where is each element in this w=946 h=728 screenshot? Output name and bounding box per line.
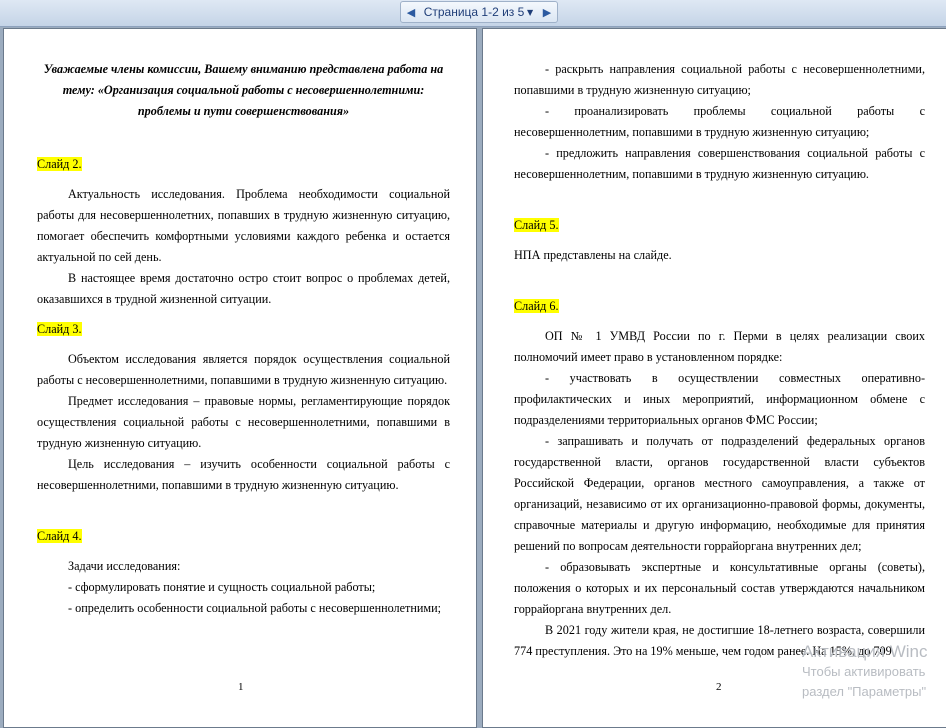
toolbar: ◀ Страница 1-2 из 5 ▼ ▶ xyxy=(0,0,946,27)
paragraph: ОП № 1 УМВД России по г. Перми в целях р… xyxy=(514,329,925,364)
list-item: - предложить направления совершенствован… xyxy=(514,146,925,181)
paragraph: Задачи исследования: xyxy=(68,559,181,573)
document-title-line-2: тему: «Организация социальной работы с н… xyxy=(62,83,425,97)
slide-heading-2: Слайд 2. xyxy=(37,157,82,171)
paragraph: В настоящее время достаточно остро стоит… xyxy=(37,271,450,306)
list-item: - запрашивать и получать от подразделени… xyxy=(514,434,925,553)
slide-heading-5: Слайд 5. xyxy=(514,218,559,232)
document-title-line-1: Уважаемые члены комиссии, Вашему внимани… xyxy=(43,62,444,76)
watermark-title: Активация Winc xyxy=(802,642,928,661)
next-page-button[interactable]: ▶ xyxy=(537,2,557,22)
list-item: - образовывать экспертные и консультатив… xyxy=(514,560,925,616)
paragraph: Объектом исследования является порядок о… xyxy=(37,352,450,387)
arrow-right-icon: ▶ xyxy=(542,6,552,19)
page-counter[interactable]: Страница 1-2 из 5 xyxy=(421,5,527,19)
document-title-line-3: проблемы и пути совершенствования» xyxy=(137,104,350,118)
slide-heading-6: Слайд 6. xyxy=(514,299,559,313)
slide-heading-3: Слайд 3. xyxy=(37,322,82,336)
page-number: 2 xyxy=(716,681,722,693)
list-item: - проанализировать проблемы социальной р… xyxy=(514,104,925,139)
watermark-text: Чтобы активировать xyxy=(802,664,926,679)
chevron-down-icon[interactable]: ▼ xyxy=(527,8,537,17)
paragraph: Предмет исследования – правовые нормы, р… xyxy=(37,394,450,450)
arrow-left-icon: ◀ xyxy=(406,6,416,19)
page-number: 1 xyxy=(238,681,244,693)
document-page-2: - раскрыть направления социальной работы… xyxy=(482,28,946,728)
windows-activation-watermark: Активация Winc Чтобы активировать раздел… xyxy=(802,641,946,702)
document-page-1: Уважаемые члены комиссии, Вашему внимани… xyxy=(3,28,477,728)
paragraph: Актуальность исследования. Проблема необ… xyxy=(37,187,450,264)
list-item: - сформулировать понятие и сущность соци… xyxy=(68,580,376,594)
list-item: - определить особенности социальной рабо… xyxy=(68,601,442,615)
paragraph: НПА представлены на слайде. xyxy=(514,248,672,262)
page-navigator: ◀ Страница 1-2 из 5 ▼ ▶ xyxy=(400,1,558,23)
prev-page-button[interactable]: ◀ xyxy=(401,2,421,22)
list-item: - участвовать в осуществлении совместных… xyxy=(514,371,925,427)
watermark-text: раздел "Параметры" xyxy=(802,684,927,699)
paragraph: Цель исследования – изучить особенности … xyxy=(37,457,450,492)
list-item: - раскрыть направления социальной работы… xyxy=(514,62,925,97)
slide-heading-4: Слайд 4. xyxy=(37,529,82,543)
